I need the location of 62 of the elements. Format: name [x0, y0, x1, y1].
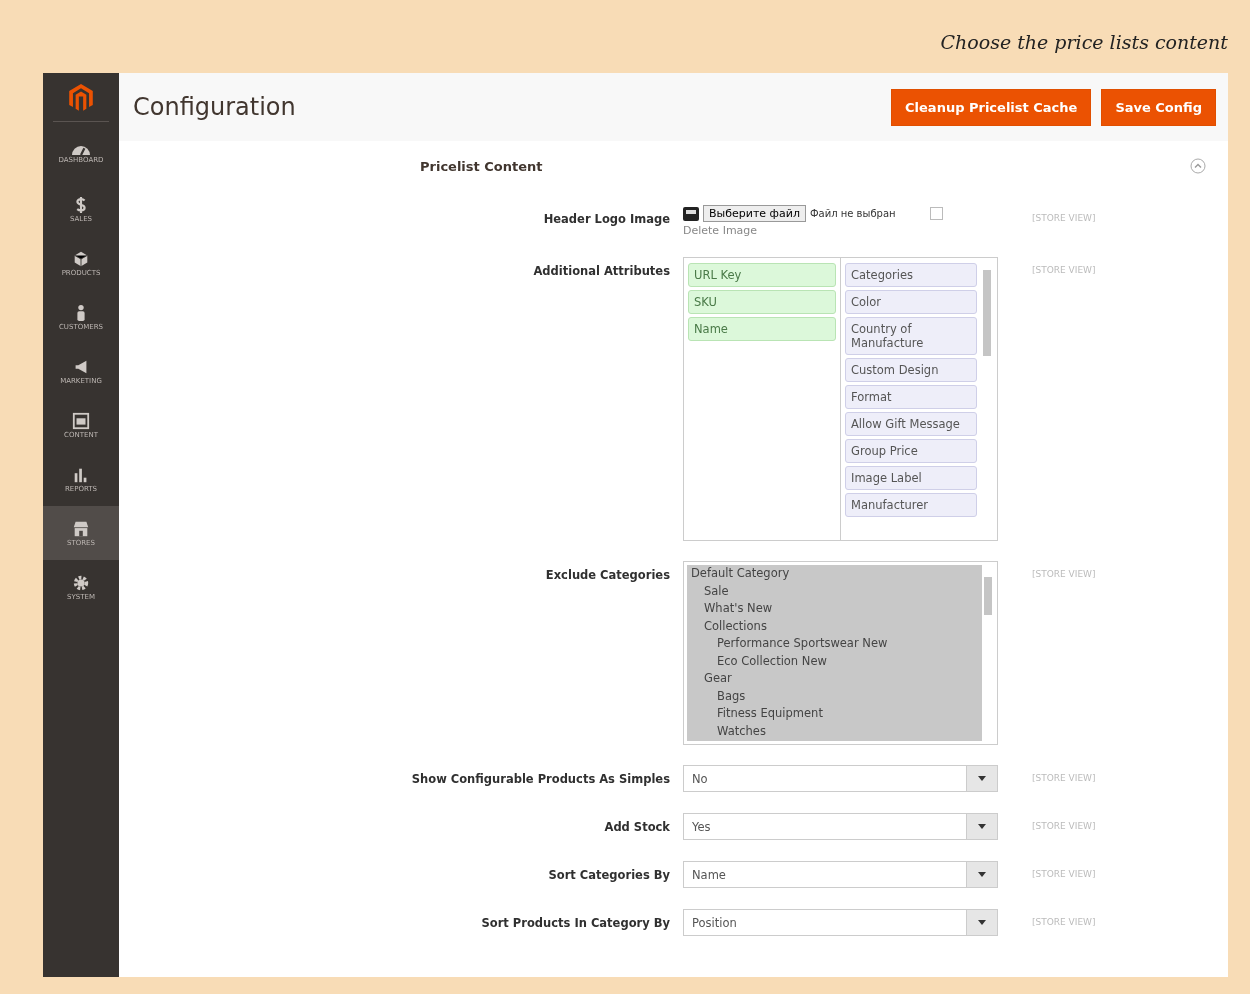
caret-icon	[978, 872, 986, 877]
store-icon	[72, 519, 90, 538]
category-option[interactable]: Gear	[687, 670, 982, 688]
delete-checkbox[interactable]	[929, 207, 943, 220]
category-option[interactable]: What's New	[687, 600, 982, 618]
field-label: Show Configurable Products As Simples	[410, 771, 670, 786]
category-option[interactable]: Collections	[687, 617, 982, 635]
field-label: Sort Categories By	[547, 867, 670, 882]
select-field[interactable]: Yes	[683, 813, 998, 840]
selected-attribute[interactable]: SKU	[688, 290, 836, 314]
field-label: Additional Attributes	[532, 263, 670, 278]
available-attribute[interactable]: Group Price	[845, 439, 977, 463]
available-attribute[interactable]: Categories	[845, 263, 977, 287]
available-attribute[interactable]: Allow Gift Message	[845, 412, 977, 436]
select-field[interactable]: Name	[683, 861, 998, 888]
category-option[interactable]: Bags	[687, 687, 982, 705]
action-button[interactable]: Save Config	[1101, 88, 1216, 126]
available-attribute[interactable]: Country of Manufacture	[845, 317, 977, 355]
layout-icon	[72, 411, 90, 430]
available-attribute[interactable]: Image Label	[845, 466, 977, 490]
category-option[interactable]: Performance Sportswear New	[687, 635, 982, 653]
file-status: Файл не выбран	[809, 208, 896, 219]
caret-icon	[978, 776, 986, 781]
gauge-icon	[72, 146, 90, 155]
box-icon	[72, 249, 90, 268]
section-title: Pricelist Content	[420, 158, 543, 174]
action-button[interactable]: Cleanup Pricelist Cache	[891, 88, 1092, 126]
category-option[interactable]: Sale	[687, 582, 982, 600]
select-field[interactable]: No	[683, 765, 998, 792]
category-option[interactable]: Watches	[687, 722, 982, 740]
collapse-icon[interactable]	[1190, 158, 1206, 174]
field-label: Add Stock	[603, 819, 670, 834]
select-field[interactable]: Position	[683, 909, 998, 936]
image-icon	[683, 205, 699, 222]
scope-label: [STORE VIEW]	[1031, 916, 1097, 927]
caret-icon	[978, 920, 986, 925]
scope-label: [STORE VIEW]	[1031, 820, 1097, 831]
available-attribute[interactable]: Manufacturer	[845, 493, 977, 517]
scope-label: [STORE VIEW]	[1031, 568, 1097, 579]
scope-label: [STORE VIEW]	[1031, 772, 1097, 783]
choose-file-button[interactable]: Выберите файл	[703, 205, 806, 222]
caret-icon	[978, 824, 986, 829]
delete-image-label: Delete Image	[683, 224, 759, 237]
category-option[interactable]: Fitness Equipment	[687, 705, 982, 723]
caption: Choose the price lists content	[940, 30, 1228, 53]
gear-icon	[72, 573, 90, 592]
field-label: Sort Products In Category By	[480, 915, 670, 930]
field-label: Header Logo Image	[542, 211, 670, 226]
category-list[interactable]: Default Category Sale What's New Collections Performance Sportswear New Eco Collection New Gear Bags Fitness Equipment Watches	[683, 561, 998, 745]
selected-attribute[interactable]: URL Key	[688, 263, 836, 287]
logo-icon	[68, 83, 94, 113]
scope-label: [STORE VIEW]	[1031, 868, 1097, 879]
category-option[interactable]: Eco Collection New	[687, 652, 982, 670]
available-attribute[interactable]: Format	[845, 385, 977, 409]
available-attribute[interactable]: Color	[845, 290, 977, 314]
scope-label: [STORE VIEW]	[1031, 212, 1097, 223]
selected-attribute[interactable]: Name	[688, 317, 836, 341]
field-label: Exclude Categories	[544, 567, 670, 582]
category-option[interactable]: Default Category	[687, 565, 982, 583]
page-title: Configuration	[133, 93, 296, 121]
available-attribute[interactable]: Custom Design	[845, 358, 977, 382]
scope-label: [STORE VIEW]	[1031, 264, 1097, 275]
